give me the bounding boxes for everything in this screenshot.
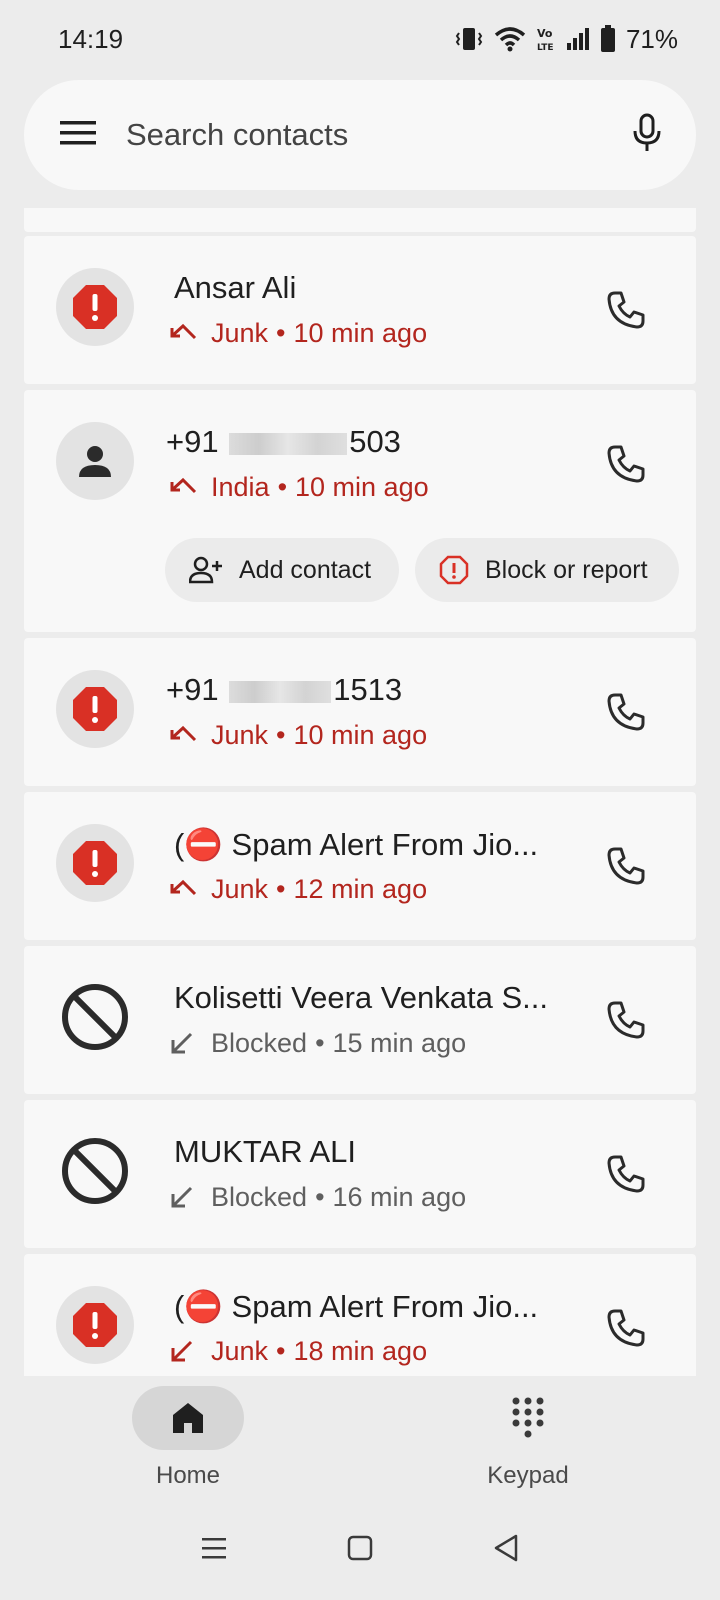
call-details: Blocked • 15 min ago (169, 1028, 466, 1059)
call-button[interactable] (598, 1300, 654, 1356)
call-log-item-partial (24, 208, 696, 232)
report-icon (439, 555, 469, 585)
battery-percent: 71% (625, 23, 678, 54)
phone-icon (607, 445, 645, 483)
redacted-digits (229, 432, 348, 455)
vibrate-icon (454, 25, 484, 53)
call-details: India • 10 min ago (169, 472, 429, 503)
spam-avatar (56, 824, 134, 902)
phone-icon (607, 1155, 645, 1193)
system-navigation-bar (0, 1500, 720, 1600)
blocked-icon (62, 984, 128, 1050)
status-icons: Vo LTE 71% (454, 24, 678, 55)
search-bar[interactable]: Search contacts (24, 80, 696, 190)
nav-keypad-pill[interactable] (472, 1386, 584, 1450)
phone-icon (607, 291, 645, 329)
add-contact-button[interactable]: Add contact (165, 538, 399, 602)
nav-home-pill[interactable] (132, 1386, 244, 1450)
spam-alert-icon (73, 687, 117, 731)
search-input[interactable]: Search contacts (126, 117, 632, 153)
call-log-item[interactable]: MUKTAR ALI Blocked • 16 min ago (24, 1100, 696, 1248)
spam-avatar (56, 1286, 134, 1364)
spam-avatar (56, 268, 134, 346)
call-button[interactable] (598, 992, 654, 1048)
call-details: Junk • 10 min ago (169, 318, 427, 349)
redacted-digits (229, 680, 332, 703)
missed-call-icon (169, 320, 197, 348)
missed-call-icon (169, 876, 197, 904)
call-log-item[interactable]: (⛔ Spam Alert From Jio... Junk • 12 min ag… (24, 792, 696, 940)
volte-icon: Vo LTE (536, 25, 556, 53)
home-icon (173, 1403, 203, 1433)
missed-call-icon (169, 722, 197, 750)
call-button[interactable] (598, 838, 654, 894)
svg-text:LTE: LTE (537, 43, 554, 53)
signal-icon (566, 27, 590, 51)
spam-avatar (56, 670, 134, 748)
caller-number: +91 503 (166, 424, 401, 459)
phone-icon (607, 847, 645, 885)
call-log-item[interactable]: +91 1513 Junk • 10 min ago (24, 638, 696, 786)
call-button[interactable] (598, 1146, 654, 1202)
call-button[interactable] (598, 684, 654, 740)
blocked-avatar (56, 978, 134, 1056)
spam-alert-icon (73, 1303, 117, 1347)
phone-icon (607, 1309, 645, 1347)
phone-icon (607, 693, 645, 731)
call-button[interactable] (598, 436, 654, 492)
caller-name: (⛔ Spam Alert From Jio... (174, 1289, 539, 1324)
call-details: Blocked • 16 min ago (169, 1182, 466, 1213)
add-person-icon (189, 556, 222, 584)
svg-text:Vo: Vo (537, 27, 553, 40)
back-icon[interactable] (492, 1533, 520, 1568)
bottom-navigation: Home Keypad (0, 1376, 720, 1500)
nav-keypad[interactable]: Keypad (428, 1386, 628, 1490)
incoming-call-icon (169, 1184, 197, 1212)
person-icon (79, 446, 111, 477)
caller-name: Kolisetti Veera Venkata S... (174, 980, 548, 1015)
wifi-icon (494, 26, 526, 52)
call-details: Junk • 18 min ago (169, 1336, 427, 1367)
nav-keypad-label: Keypad (487, 1462, 569, 1489)
call-details: Junk • 12 min ago (169, 874, 427, 905)
caller-name: Ansar Ali (174, 270, 297, 305)
call-log-item[interactable]: Ansar Ali Junk • 10 min ago (24, 236, 696, 384)
call-log-item[interactable]: (⛔ Spam Alert From Jio... Junk • 18 min ag… (24, 1254, 696, 1376)
status-time: 14:19 (58, 23, 124, 54)
nav-home-label: Home (155, 1462, 221, 1489)
status-bar: 14:19 Vo LTE 71% (0, 0, 720, 78)
battery-icon (600, 25, 616, 53)
dialpad-icon (512, 1397, 544, 1438)
blocked-icon (62, 1138, 128, 1204)
missed-call-icon (169, 474, 197, 502)
spam-alert-icon (73, 841, 117, 885)
spam-alert-icon (73, 285, 117, 329)
block-or-report-button[interactable]: Block or report (415, 538, 679, 602)
nav-home[interactable]: Home (88, 1386, 288, 1490)
caller-name: (⛔ Spam Alert From Jio... (174, 827, 539, 862)
call-details: Junk • 10 min ago (169, 720, 427, 751)
phone-icon (607, 1001, 645, 1039)
incoming-call-icon (169, 1030, 197, 1058)
caller-number: +91 1513 (166, 672, 403, 707)
mic-icon[interactable] (632, 113, 662, 158)
call-log-list[interactable]: Ansar Ali Junk • 10 min ago +91 503 India •… (24, 208, 696, 1376)
contact-avatar (56, 422, 134, 500)
missed-call-icon (169, 1338, 197, 1366)
call-button[interactable] (598, 282, 654, 338)
recents-icon[interactable] (200, 1536, 228, 1565)
blocked-avatar (56, 1132, 134, 1210)
call-log-item[interactable]: Kolisetti Veera Venkata S... Blocked • 15 … (24, 946, 696, 1094)
caller-name: MUKTAR ALI (174, 1134, 357, 1169)
home-system-icon[interactable] (347, 1535, 373, 1566)
call-log-item-expanded[interactable]: +91 503 India • 10 min ago Add contact Blo… (24, 390, 696, 632)
menu-icon[interactable] (60, 119, 98, 152)
